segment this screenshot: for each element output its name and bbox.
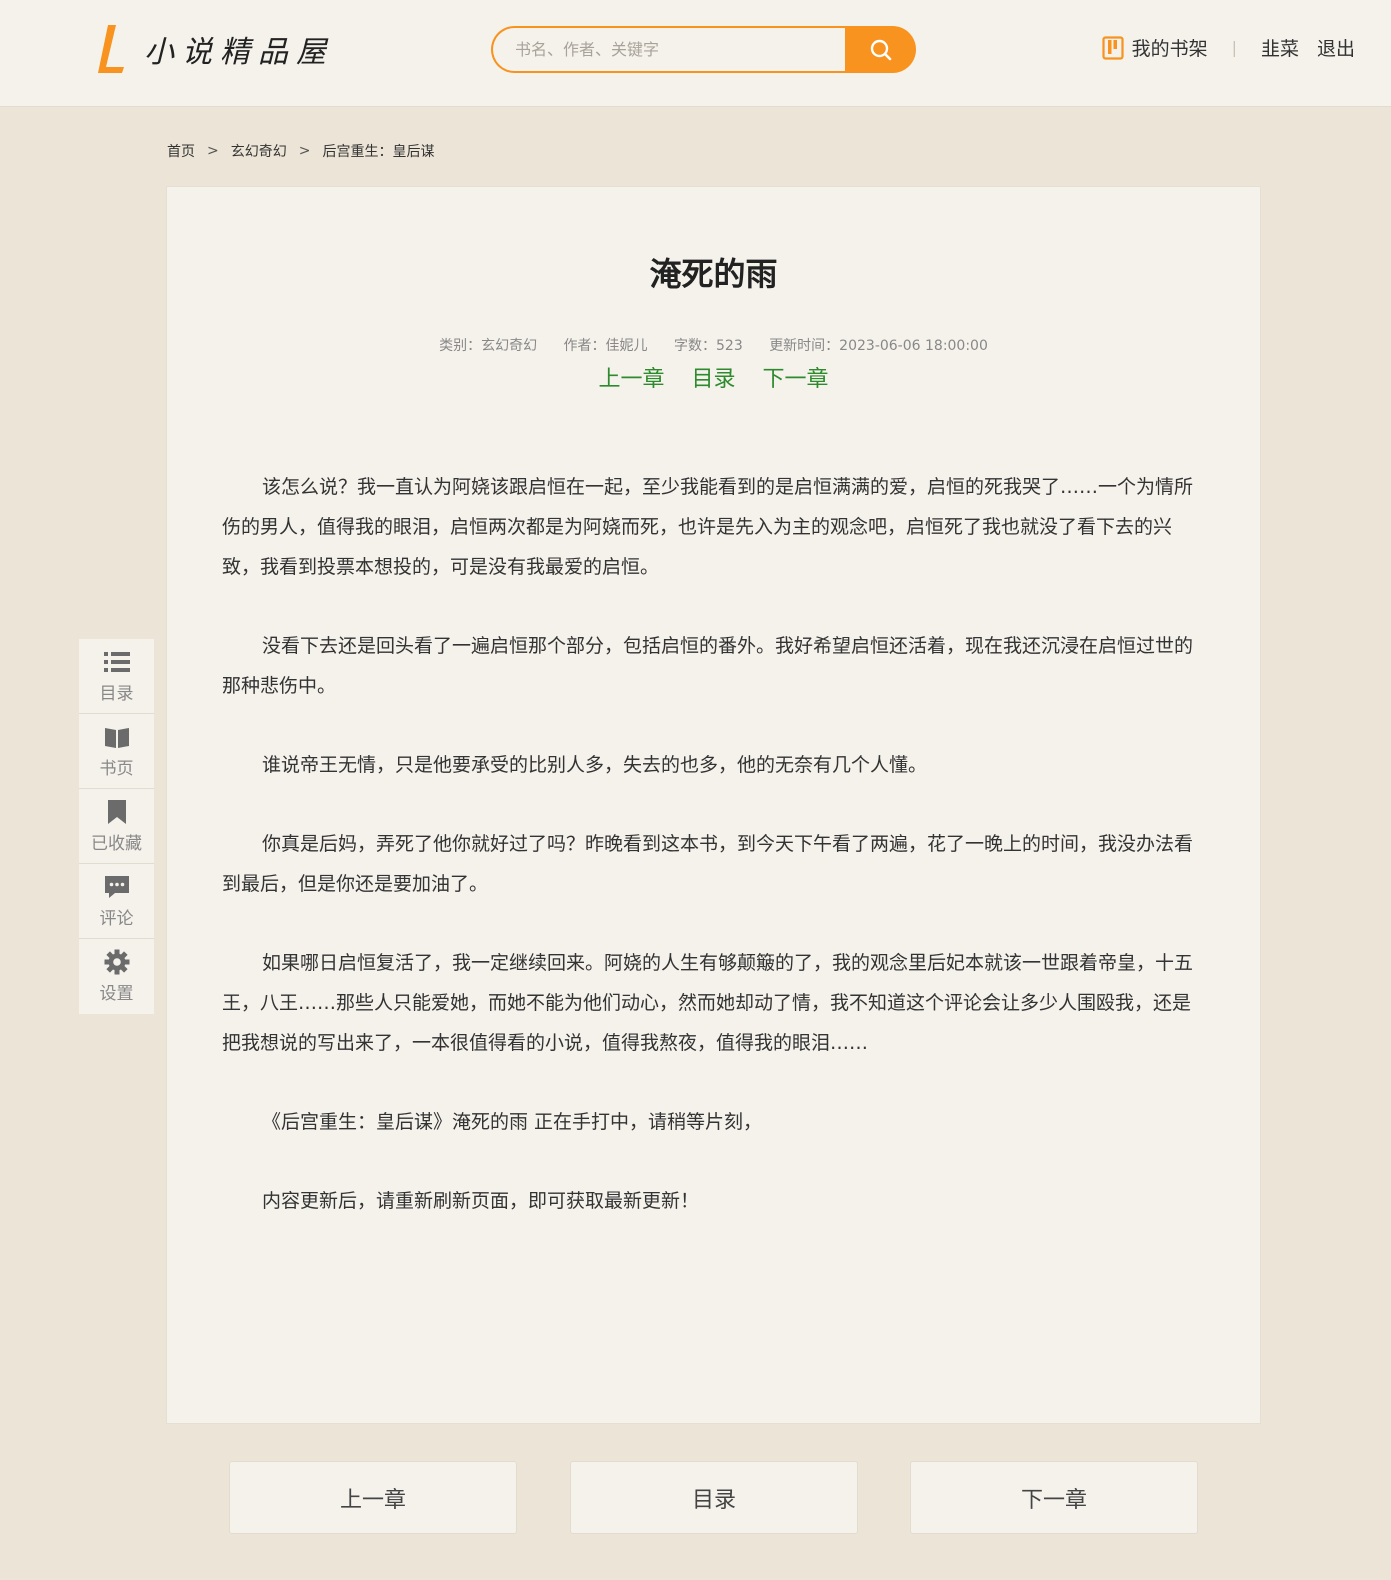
nav-separator: | [1231,38,1237,57]
toc-link[interactable]: 目录 [691,367,735,392]
search-icon [870,39,891,60]
next-chapter-link[interactable]: 下一章 [763,367,829,392]
sidebar-item-label: 已收藏 [91,833,142,854]
breadcrumb-category[interactable]: 玄幻奇幻 [231,141,287,161]
bookshelf-label: 我的书架 [1131,38,1208,60]
list-icon [103,651,130,672]
paragraph: 谁说帝王无情，只是他要承受的比别人多，失去的也多，他的无奈有几个人懂。 [262,754,928,776]
paragraph: 该怎么说？我一直认为阿娆该跟启恒在一起，至少我能看到的是启恒满满的爱，启恒的死我… [222,476,1194,578]
username-link[interactable]: 韭菜 [1261,34,1299,61]
toc-button[interactable]: 目录 [570,1461,858,1534]
my-bookshelf-link[interactable]: 我的书架 [1101,34,1208,61]
prev-chapter-link[interactable]: 上一章 [598,367,664,392]
logo-icon [98,25,124,73]
user-nav: 我的书架 | 韭菜 退出 [1101,34,1355,61]
bookmark-icon [107,799,126,824]
logout-link[interactable]: 退出 [1317,34,1355,61]
sidebar-item-comments[interactable]: 评论 [79,864,154,939]
breadcrumb-book[interactable]: 后宫重生：皇后谋 [322,141,434,161]
site-header: 小说精品屋 我的书架 | 韭菜 退出 [0,0,1391,107]
meta-author: 作者：佳妮儿 [563,338,648,354]
paragraph: 没看下去还是回头看了一遍启恒那个部分，包括启恒的番外。我好希望启恒还活着，现在我… [222,635,1194,697]
book-icon [104,727,129,748]
breadcrumb-arrow: > [298,143,311,159]
gear-icon [104,949,129,975]
meta-category: 类别：玄幻奇幻 [439,338,538,354]
sidebar-item-settings[interactable]: 设置 [79,939,154,1014]
sidebar-item-label: 设置 [99,984,134,1004]
meta-word-count: 字数：523 [674,338,743,354]
reader-sidebar: 目录 书页 已收藏 评论 设置 [79,639,154,1014]
chapter-text: 该怎么说？我一直认为阿娆该跟启恒在一起，至少我能看到的是启恒满满的爱，启恒的死我… [222,467,1207,1260]
paragraph: 《后宫重生：皇后谋》淹死的雨 正在手打中，请稍等片刻， [262,1111,763,1133]
breadcrumb-home[interactable]: 首页 [167,141,195,161]
sidebar-item-label: 书页 [99,758,134,779]
sidebar-item-toc[interactable]: 目录 [79,639,154,714]
sidebar-item-label: 目录 [99,683,134,704]
search-input[interactable] [491,26,845,73]
sidebar-item-label: 评论 [99,908,134,929]
chapter-content-panel: 淹死的雨 类别：玄幻奇幻 作者：佳妮儿 字数：523 更新时间：2023-06-… [166,186,1261,1424]
logo-text: 小说精品屋 [144,35,334,70]
next-chapter-button[interactable]: 下一章 [910,1461,1198,1534]
sidebar-item-book-page[interactable]: 书页 [79,714,154,789]
prev-chapter-button[interactable]: 上一章 [229,1461,517,1534]
search-button[interactable] [845,26,916,73]
chapter-nav-top: 上一章 目录 下一章 [167,361,1260,393]
comment-icon [104,875,129,898]
paragraph: 内容更新后，请重新刷新页面，即可获取最新更新！ [262,1190,700,1212]
search-bar [491,26,916,73]
bookshelf-icon [1101,35,1124,60]
meta-updated-time: 更新时间：2023-06-06 18:00:00 [769,338,988,354]
chapter-meta: 类别：玄幻奇幻 作者：佳妮儿 字数：523 更新时间：2023-06-06 18… [167,335,1260,355]
breadcrumb: 首页 > 玄幻奇幻 > 后宫重生：皇后谋 [167,141,434,161]
sidebar-item-bookmarked[interactable]: 已收藏 [79,789,154,864]
site-logo[interactable]: 小说精品屋 [94,22,334,76]
chapter-title: 淹死的雨 [649,255,778,293]
breadcrumb-arrow: > [207,143,219,159]
paragraph: 如果哪日启恒复活了，我一定继续回来。阿娆的人生有够颠簸的了，我的观念里后妃本就该… [222,952,1194,1054]
paragraph: 你真是后妈，弄死了他你就好过了吗？昨晚看到这本书，到今天下午看了两遍，花了一晚上… [222,833,1194,895]
